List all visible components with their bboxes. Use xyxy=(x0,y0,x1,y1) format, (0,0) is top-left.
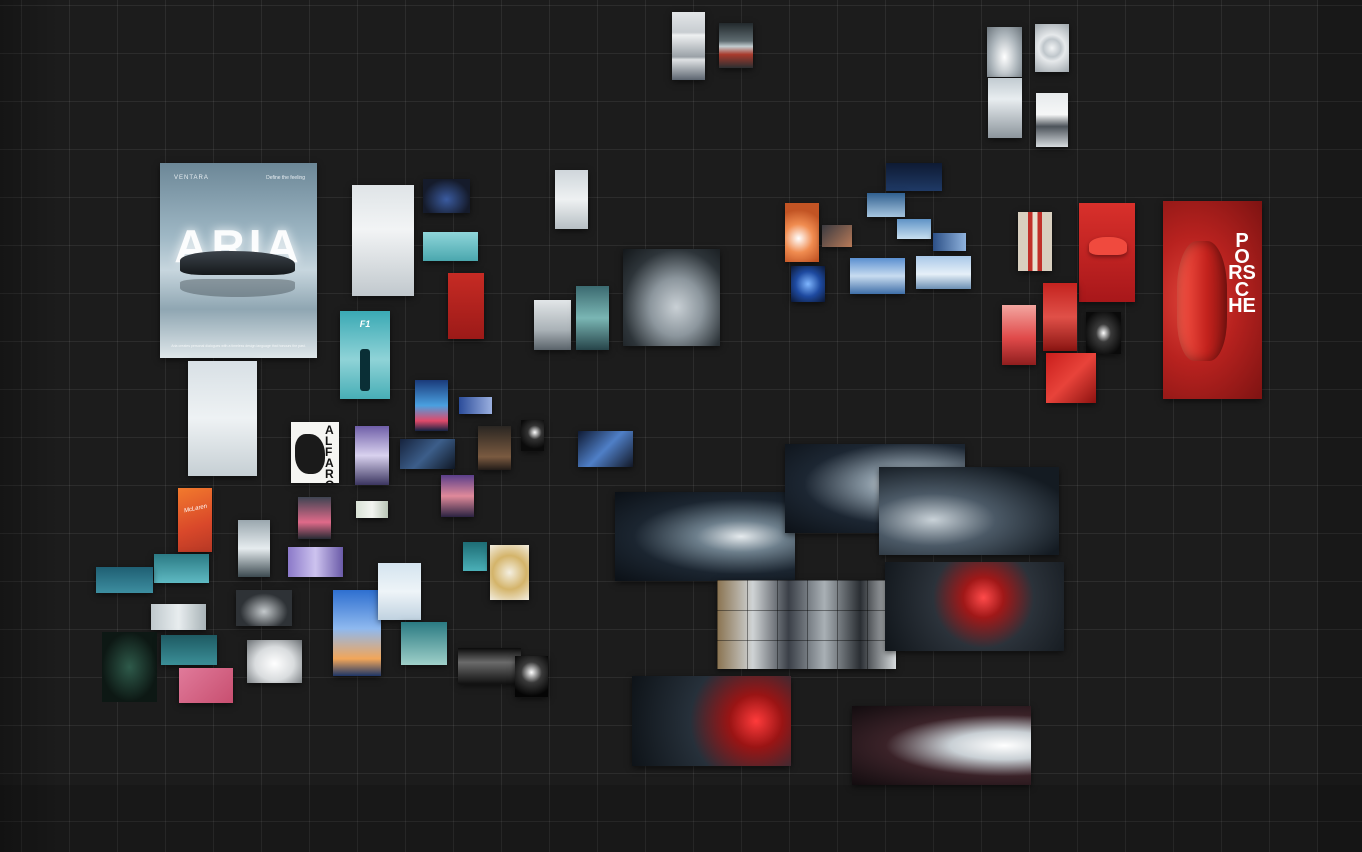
image-white-curves[interactable] xyxy=(352,185,414,296)
image-scooter-poster[interactable] xyxy=(378,563,421,620)
image-car-pink-light[interactable] xyxy=(298,497,331,539)
image-classic-gullwing[interactable] xyxy=(534,300,571,350)
image-blue-gradient-poster[interactable] xyxy=(333,590,381,676)
poster-brand: VENTARA xyxy=(174,175,209,181)
image-blue-coast[interactable] xyxy=(897,219,931,239)
image-tunnel-portal[interactable] xyxy=(852,706,1031,785)
car-reflection xyxy=(180,279,295,297)
f1-car xyxy=(360,349,370,391)
image-blue-car-water[interactable] xyxy=(850,258,905,294)
image-car-portrait-grey[interactable] xyxy=(238,520,270,577)
poster-red-sports-car[interactable] xyxy=(1079,203,1135,302)
image-small-car-white[interactable] xyxy=(356,501,388,518)
image-teal-arch[interactable] xyxy=(401,622,447,665)
image-teal-suv[interactable] xyxy=(154,554,209,583)
image-car-copper[interactable] xyxy=(822,225,852,247)
image-classic-cockpit[interactable] xyxy=(623,249,720,346)
canvas-edge-shade xyxy=(0,0,60,852)
image-red-turbine[interactable] xyxy=(885,562,1064,651)
image-pink-car[interactable] xyxy=(179,668,233,703)
image-blue-car-sky[interactable] xyxy=(916,256,971,289)
car-silhouette xyxy=(1089,237,1127,255)
image-black-car-spot[interactable] xyxy=(515,656,548,697)
image-white-suv-tunnel[interactable] xyxy=(988,78,1022,138)
image-blue-hypercar[interactable] xyxy=(933,233,966,251)
image-silver-car-stack[interactable] xyxy=(672,12,705,80)
image-teal-car-small[interactable] xyxy=(463,542,487,571)
image-grey-cars[interactable] xyxy=(151,604,206,630)
image-red-car-tunnel[interactable] xyxy=(1043,283,1077,351)
image-night-hero[interactable] xyxy=(886,163,942,191)
car-silhouette xyxy=(180,251,295,275)
image-blue-light-car[interactable] xyxy=(791,266,825,302)
image-gold-f1[interactable] xyxy=(490,545,529,600)
car-silhouette xyxy=(1177,241,1227,361)
moodboard-canvas[interactable]: VENTARA Define the feeling ARIA Aria cre… xyxy=(0,0,1362,852)
image-blue-car-dark[interactable] xyxy=(423,179,470,213)
canvas-edge-shade xyxy=(1318,0,1362,852)
poster-f1[interactable]: F1 xyxy=(340,311,390,399)
image-night-car[interactable] xyxy=(578,431,633,467)
image-teal-car[interactable] xyxy=(423,232,478,261)
image-white-suv-front[interactable] xyxy=(987,27,1022,77)
image-sports-duo[interactable] xyxy=(719,23,753,68)
image-black-studio[interactable] xyxy=(458,648,521,684)
image-teal-car-wide[interactable] xyxy=(96,567,153,593)
image-car-purple-wide[interactable] xyxy=(288,547,343,577)
image-classic-racer[interactable] xyxy=(576,286,609,350)
image-red-mountain[interactable] xyxy=(1002,305,1036,365)
image-blue-road[interactable] xyxy=(867,193,905,217)
image-wind-tunnel-hero[interactable] xyxy=(615,492,795,581)
poster-title: McLaren xyxy=(183,503,208,515)
poster-aria[interactable]: VENTARA Define the feeling ARIA Aria cre… xyxy=(160,163,317,358)
image-dark-car-garage[interactable] xyxy=(236,590,292,626)
poster-title: ALFA ROMEO xyxy=(325,423,334,483)
image-blue-light-tunnel[interactable] xyxy=(415,380,448,431)
poster-porsche[interactable]: PORSCHE xyxy=(1163,201,1262,399)
image-purple-car[interactable] xyxy=(355,426,389,485)
image-black-white-car[interactable] xyxy=(1086,312,1121,354)
image-red-fans-hypercar[interactable] xyxy=(632,676,791,766)
image-wind-tunnel-side[interactable] xyxy=(879,467,1059,555)
poster-graphic xyxy=(295,434,325,474)
image-sunset-car[interactable] xyxy=(441,475,474,517)
image-green-light-trail[interactable] xyxy=(102,632,157,702)
image-white-landscape[interactable] xyxy=(188,361,257,476)
image-dark-blue-car[interactable] xyxy=(400,439,455,469)
canvas-edge-shade xyxy=(0,785,1362,852)
poster-mclaren[interactable]: McLaren xyxy=(178,488,212,552)
image-red-car-top[interactable] xyxy=(448,273,484,339)
image-red-stripe-car[interactable] xyxy=(1018,212,1052,271)
poster-alfa[interactable]: ALFA ROMEO xyxy=(291,422,339,483)
image-dark-street[interactable] xyxy=(478,426,511,470)
f1-logo: F1 xyxy=(359,319,371,329)
image-red-lipstick[interactable] xyxy=(1046,353,1096,403)
poster-footer-text: Aria creates personal dialogues with a t… xyxy=(171,344,306,348)
poster-title: PORSCHE xyxy=(1228,230,1256,317)
image-contact-sheet[interactable] xyxy=(717,580,896,669)
image-black-lamp[interactable] xyxy=(521,420,544,451)
image-white-studio-car[interactable] xyxy=(247,640,302,683)
image-teal-duo[interactable] xyxy=(161,635,217,665)
poster-tagline: Define the feeling xyxy=(266,175,305,181)
image-white-hypercar[interactable] xyxy=(1036,93,1068,147)
image-orange-swirl[interactable] xyxy=(785,203,819,262)
image-white-tunnel[interactable] xyxy=(1035,24,1069,72)
image-blue-car-small[interactable] xyxy=(459,397,492,414)
image-silver-car-vertical[interactable] xyxy=(555,170,588,229)
